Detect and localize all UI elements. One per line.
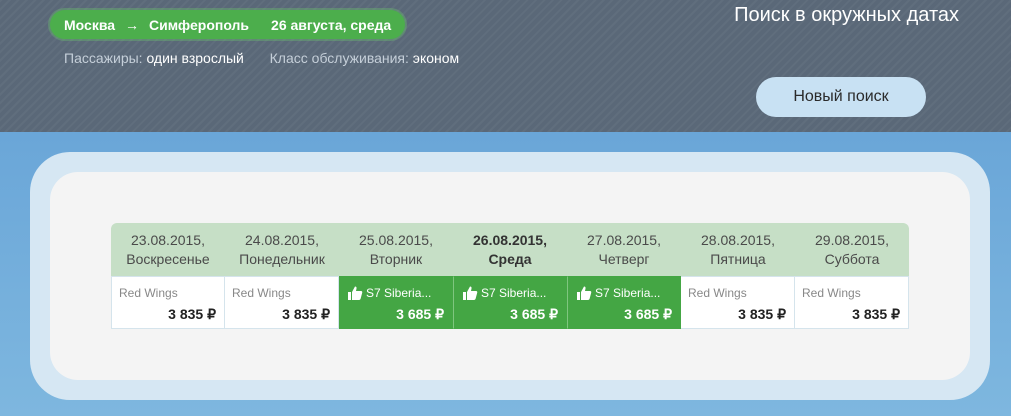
fare-price: 3 835 ₽ [282,306,330,322]
day-weekday: Понедельник [239,250,325,267]
day-header: 29.08.2015, Суббота [795,223,909,276]
day-header: 28.08.2015, Пятница [681,223,795,276]
day-weekday: Воскресенье [126,250,210,267]
day-header: 23.08.2015, Воскресенье [111,223,225,276]
day-date: 29.08.2015, [815,231,889,248]
fare-cell[interactable]: Red Wings 3 835 ₽ [225,276,339,329]
fare-price: 3 685 ₽ [396,306,444,322]
thumbs-up-icon [463,286,478,300]
day-weekday: Вторник [369,250,423,267]
search-header: Москва → Симферополь 26 августа, среда П… [0,0,1011,132]
fare-airline: S7 Siberia... [595,286,661,300]
day-date: 25.08.2015, [359,231,433,248]
fare-price: 3 685 ₽ [624,306,672,322]
fare-airline: Red Wings [802,286,861,300]
fare-airline: S7 Siberia... [481,286,547,300]
day-date: 27.08.2015, [587,231,661,248]
day-weekday: Суббота [824,250,880,267]
thumbs-up-icon [577,286,592,300]
fare-price: 3 835 ₽ [738,306,786,322]
fare-cell-best[interactable]: S7 Siberia... 3 685 ₽ [339,276,453,329]
fare-cell-best[interactable]: S7 Siberia... 3 685 ₽ [453,276,567,329]
day-header: 24.08.2015, Понедельник [225,223,339,276]
route-summary[interactable]: Москва → Симферополь 26 августа, среда [50,10,406,39]
day-weekday: Пятница [710,250,766,267]
fare-price: 3 835 ₽ [168,306,216,322]
route-origin: Москва [64,16,116,33]
class-label: Класс обслуживания: [269,50,409,66]
fare-airline: Red Wings [119,286,178,300]
route-date: 26 августа, среда [271,16,392,33]
fare-airline: S7 Siberia... [366,286,432,300]
day-date: 28.08.2015, [701,231,775,248]
fare-price: 3 685 ₽ [510,306,558,322]
day-weekday: Среда [488,250,532,267]
day-header: 25.08.2015, Вторник [339,223,453,276]
fare-price: 3 835 ₽ [852,306,900,322]
day-date: 23.08.2015, [131,231,205,248]
day-header: 27.08.2015, Четверг [567,223,681,276]
passengers-value: один взрослый [146,50,244,66]
passengers-label: Пассажиры: [64,50,143,66]
thumbs-up-icon [348,286,363,300]
fare-cell[interactable]: Red Wings 3 835 ₽ [111,276,225,329]
search-params: Пассажиры: один взрослый Класс обслужива… [64,50,459,66]
fare-airline: Red Wings [232,286,291,300]
day-date: 24.08.2015, [245,231,319,248]
route-arrow-icon: → [125,16,140,33]
fare-airline: Red Wings [688,286,747,300]
new-search-button[interactable]: Новый поиск [756,77,926,117]
day-date: 26.08.2015, [473,231,547,248]
fare-cell-best[interactable]: S7 Siberia... 3 685 ₽ [567,276,681,329]
class-value: эконом [412,50,460,66]
fare-cell[interactable]: Red Wings 3 835 ₽ [681,276,795,329]
day-header-current: 26.08.2015, Среда [453,223,567,276]
day-weekday: Четверг [598,250,650,267]
flexible-dates-grid: 23.08.2015, Воскресенье 24.08.2015, Поне… [111,223,909,329]
page-title: Поиск в окружных датах [734,4,959,26]
fare-cell[interactable]: Red Wings 3 835 ₽ [795,276,909,329]
route-destination: Симферополь [149,16,250,33]
